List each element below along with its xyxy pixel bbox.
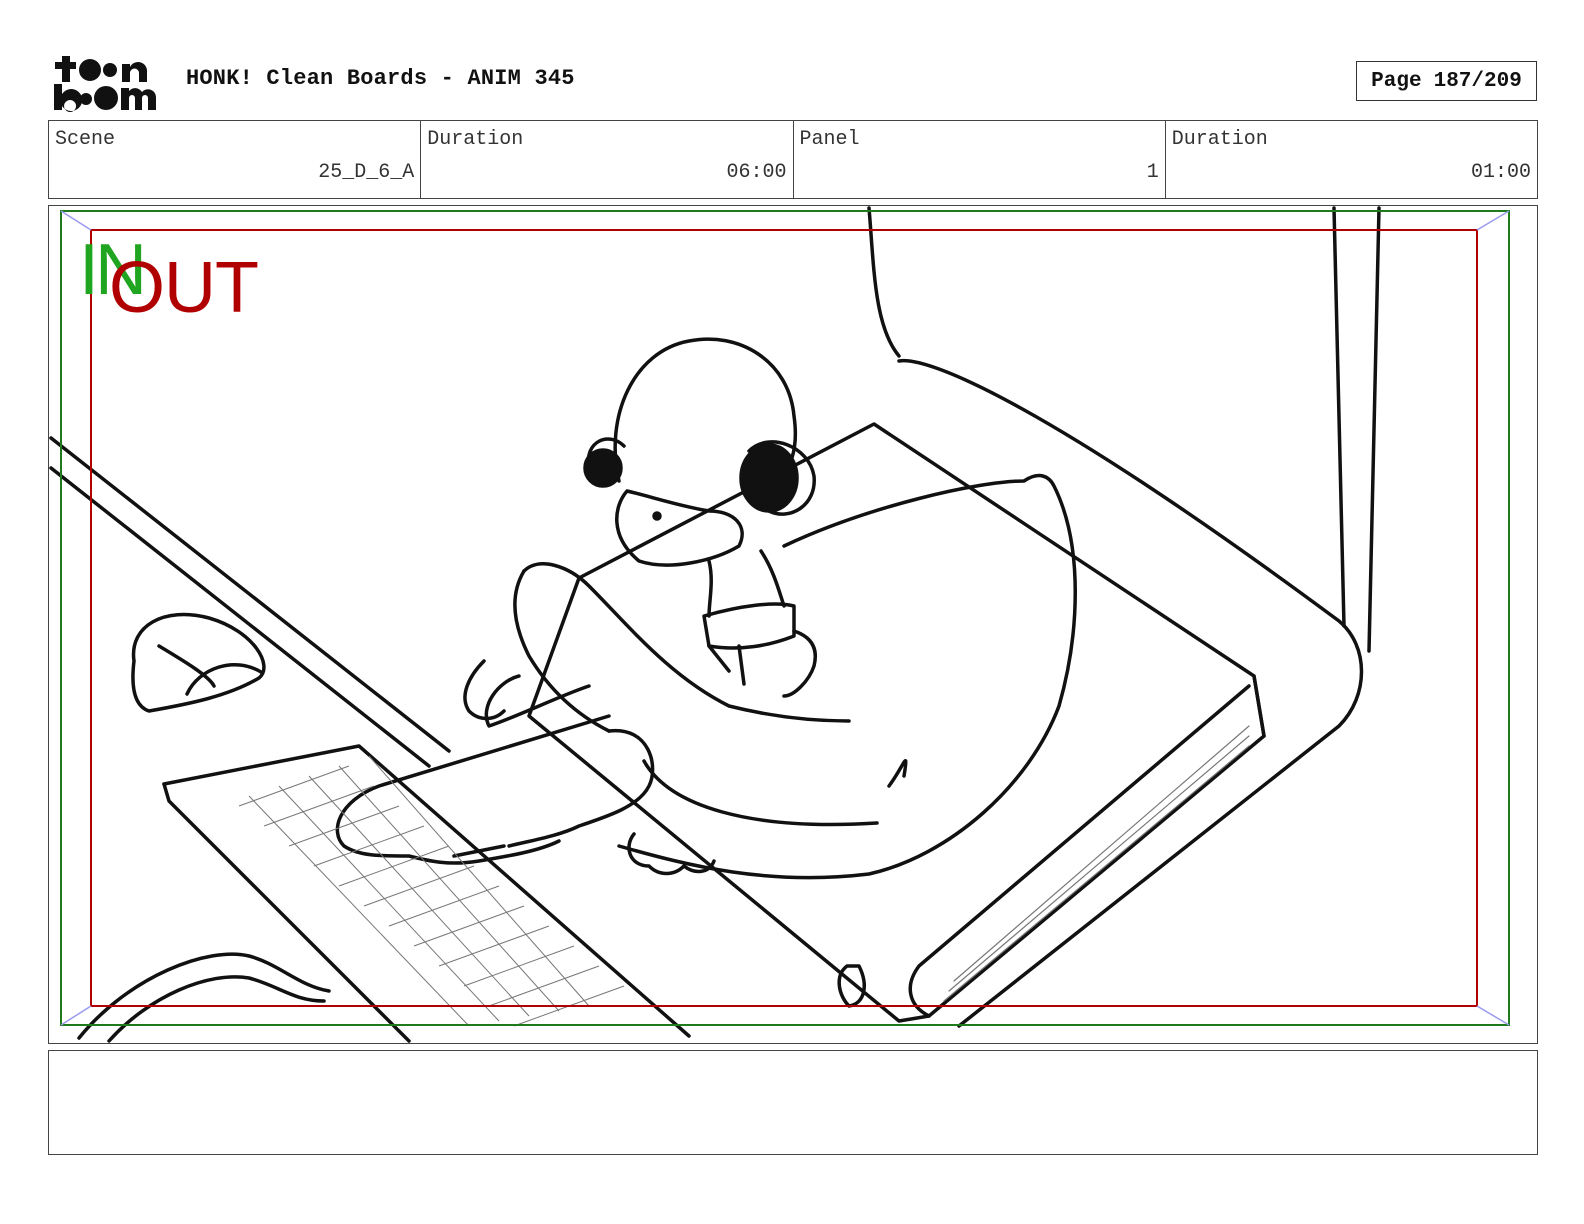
scene-duration-cell: Duration 06:00 (421, 121, 794, 198)
toon-boom-logo (50, 50, 166, 114)
scene-value: 25_D_6_A (318, 161, 415, 184)
page-number: 187/209 (1433, 69, 1522, 93)
panel-duration-value: 01:00 (1470, 161, 1531, 184)
document-title: HONK! Clean Boards - ANIM 345 (186, 66, 575, 91)
page-label: Page (1371, 69, 1422, 93)
panel-drawing (49, 206, 1510, 1043)
scene-duration-value: 06:00 (726, 161, 787, 184)
panel-notes (48, 1050, 1538, 1155)
scene-info-table: Scene 25_D_6_A Duration 06:00 Panel 1 Du… (48, 120, 1538, 199)
panel-value: 1 (1146, 161, 1159, 184)
scene-duration-label: Duration (427, 128, 524, 151)
scene-label: Scene (55, 128, 116, 151)
panel-label: Panel (799, 128, 860, 151)
page-indicator: Page 187/209 (1356, 61, 1537, 101)
panel-cell: Panel 1 (794, 121, 1166, 198)
storyboard-panel: IN OUT (48, 205, 1538, 1044)
scene-cell: Scene 25_D_6_A (49, 121, 422, 198)
panel-duration-label: Duration (1171, 128, 1268, 151)
panel-duration-cell: Duration 01:00 (1166, 121, 1537, 198)
out-frame-label: OUT (109, 248, 259, 328)
